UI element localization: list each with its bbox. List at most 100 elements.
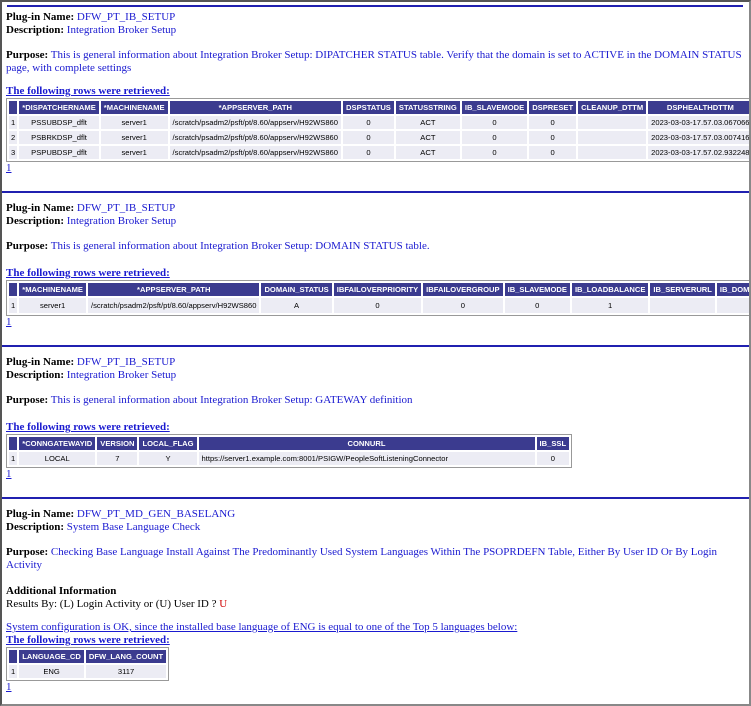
purpose-value: This is general information about Integr…	[6, 49, 742, 74]
table-cell: 0	[529, 131, 577, 144]
description-label: Description:	[6, 521, 65, 533]
column-header: DSPRESET	[529, 101, 577, 114]
column-header: CLEANUP_DTTM	[578, 101, 647, 114]
column-header: LANGUAGE_CD	[19, 650, 84, 663]
column-header: DSPHEALTHDTTM	[648, 101, 749, 114]
table-header-row: *MACHINENAME *APPSERVER_PATH DOMAIN_STAT…	[9, 283, 749, 296]
column-header: IB_SLAVEMODE	[461, 101, 528, 114]
page-link[interactable]: 1	[6, 162, 744, 174]
dispatcher-status-table: *DISPATCHERNAME *MACHINENAME *APPSERVER_…	[6, 98, 749, 162]
table-cell: 1	[571, 298, 649, 313]
column-header: *APPSERVER_PATH	[169, 101, 342, 114]
column-header: *MACHINENAME	[19, 283, 86, 296]
description-label: Description:	[6, 24, 65, 36]
description-value: Integration Broker Setup	[66, 369, 177, 381]
page-link[interactable]: 1	[6, 316, 744, 328]
description-label: Description:	[6, 369, 65, 381]
table-cell: PSPUBDSP_dflt	[19, 146, 99, 159]
results-by-value: U	[219, 598, 228, 610]
description-value: Integration Broker Setup	[66, 215, 177, 227]
table-cell: 0	[343, 116, 394, 129]
column-header: CONNURL	[198, 437, 535, 450]
row-index: 1	[9, 116, 18, 129]
table-cell: /scratch/psadm2/psft/pt/8.60/appserv/H92…	[169, 146, 342, 159]
domain-status-table: *MACHINENAME *APPSERVER_PATH DOMAIN_STAT…	[6, 280, 749, 316]
description-row: Description: Integration Broker Setup	[6, 24, 744, 37]
section-dispatcher-status: Plug-in Name: DFW_PT_IB_SETUP Descriptio…	[2, 5, 749, 193]
table-cell: 0	[423, 298, 503, 313]
table-cell: 2023-03-03-17.57.03.007416	[648, 131, 749, 144]
purpose-row: Purpose: This is general information abo…	[6, 49, 744, 75]
additional-info-heading: Additional Information	[6, 585, 117, 597]
table-cell	[578, 116, 647, 129]
table-cell: 0	[461, 146, 528, 159]
rows-retrieved-link[interactable]: The following rows were retrieved:	[6, 267, 744, 280]
plugin-name-label: Plug-in Name:	[6, 11, 75, 23]
table-cell	[578, 131, 647, 144]
section-divider	[2, 345, 749, 347]
row-index: 1	[9, 665, 18, 678]
table-cell: 0	[461, 116, 528, 129]
table-cell: ACT	[395, 131, 460, 144]
table-cell: A	[261, 298, 332, 313]
rows-retrieved-link[interactable]: The following rows were retrieved:	[6, 421, 744, 434]
description-value: System Base Language Check	[66, 521, 201, 533]
plugin-name-row: Plug-in Name: DFW_PT_IB_SETUP	[6, 202, 744, 215]
section-divider	[2, 191, 749, 193]
column-header: *MACHINENAME	[100, 101, 168, 114]
table-cell	[650, 298, 715, 313]
column-header: LOCAL_FLAG	[139, 437, 197, 450]
table-header-row: *DISPATCHERNAME *MACHINENAME *APPSERVER_…	[9, 101, 749, 114]
column-header: *CONNGATEWAYID	[19, 437, 96, 450]
purpose-label: Purpose:	[6, 394, 49, 406]
purpose-value: Checking Base Language Install Against T…	[6, 546, 718, 571]
section-domain-status: Plug-in Name: DFW_PT_IB_SETUP Descriptio…	[2, 202, 749, 347]
description-value: Integration Broker Setup	[66, 24, 177, 36]
column-header: IB_LOADBALANCE	[571, 283, 649, 296]
purpose-label: Purpose:	[6, 546, 49, 558]
report-frame: Plug-in Name: DFW_PT_IB_SETUP Descriptio…	[0, 0, 751, 706]
row-index-header	[9, 650, 18, 663]
table-cell: /scratch/psadm2/psft/pt/8.60/appserv/H92…	[87, 298, 260, 313]
plugin-name-row: Plug-in Name: DFW_PT_IB_SETUP	[6, 11, 744, 24]
table-cell: Y	[139, 452, 197, 465]
column-header: STATUSSTRING	[395, 101, 460, 114]
page-link[interactable]: 1	[6, 468, 744, 480]
table-cell: server1	[100, 146, 168, 159]
table-cell: 0	[529, 116, 577, 129]
section-divider	[7, 5, 743, 7]
table-cell: 0	[716, 298, 749, 313]
table-cell: 3117	[85, 665, 167, 678]
table-cell: 0	[536, 452, 570, 465]
plugin-name-value: DFW_PT_IB_SETUP	[76, 11, 176, 23]
table-cell: https://server1.example.com:8001/PSIGW/P…	[198, 452, 535, 465]
rows-retrieved-link[interactable]: The following rows were retrieved:	[6, 634, 744, 647]
table-cell: PSBRKDSP_dflt	[19, 131, 99, 144]
table-cell: 0	[504, 298, 570, 313]
row-index-header	[9, 101, 18, 114]
purpose-label: Purpose:	[6, 240, 49, 252]
table-row: 1 LOCAL 7 Y https://server1.example.com:…	[9, 452, 570, 465]
table-header-row: LANGUAGE_CD DFW_LANG_COUNT	[9, 650, 167, 663]
table-cell: server1	[100, 131, 168, 144]
purpose-row: Purpose: Checking Base Language Install …	[6, 546, 744, 572]
rows-retrieved-link[interactable]: The following rows were retrieved:	[6, 85, 744, 98]
plugin-name-label: Plug-in Name:	[6, 356, 75, 368]
column-header: DOMAIN_STATUS	[261, 283, 332, 296]
plugin-name-row: Plug-in Name: DFW_PT_IB_SETUP	[6, 356, 744, 369]
section-base-language: Plug-in Name: DFW_PT_MD_GEN_BASELANG Des…	[2, 508, 749, 693]
table-cell: /scratch/psadm2/psft/pt/8.60/appserv/H92…	[169, 131, 342, 144]
page-link[interactable]: 1	[6, 681, 744, 693]
plugin-name-value: DFW_PT_MD_GEN_BASELANG	[76, 508, 236, 520]
table-cell: 2023-03-03-17.57.02.932248	[648, 146, 749, 159]
row-index: 3	[9, 146, 18, 159]
table-cell: 0	[529, 146, 577, 159]
plugin-name-row: Plug-in Name: DFW_PT_MD_GEN_BASELANG	[6, 508, 744, 521]
table-cell: 2023-03-03-17.57.03.067066	[648, 116, 749, 129]
purpose-row: Purpose: This is general information abo…	[6, 394, 744, 407]
table-row: 3 PSPUBDSP_dflt server1 /scratch/psadm2/…	[9, 146, 749, 159]
system-config-message[interactable]: System configuration is OK, since the in…	[6, 621, 744, 634]
description-label: Description:	[6, 215, 65, 227]
table-cell: PSSUBDSP_dflt	[19, 116, 99, 129]
purpose-row: Purpose: This is general information abo…	[6, 240, 744, 253]
